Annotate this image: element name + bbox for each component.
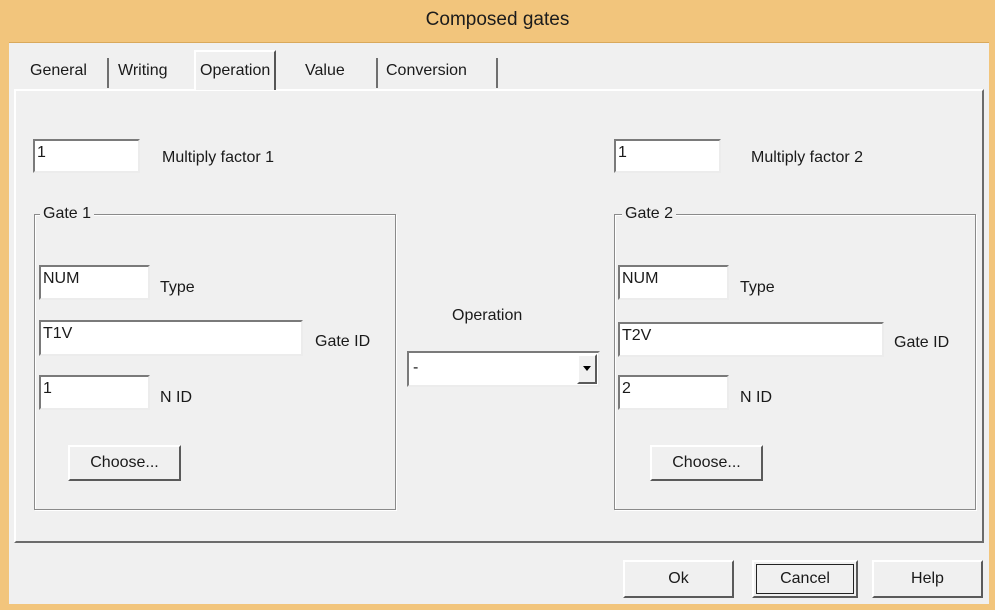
gate-1-nid-label: N ID bbox=[160, 389, 192, 406]
tab-general[interactable]: General bbox=[26, 56, 91, 88]
multiply-factor-2-label: Multiply factor 2 bbox=[751, 149, 864, 166]
tab-separator bbox=[496, 58, 498, 88]
gate-2-type-label: Type bbox=[740, 279, 775, 296]
operation-select[interactable]: - bbox=[407, 351, 600, 387]
window-title: Composed gates bbox=[425, 9, 570, 30]
window-frame-left bbox=[0, 42, 9, 610]
gate-2-nid-input[interactable]: 2 bbox=[618, 375, 729, 410]
cancel-button[interactable]: Cancel bbox=[752, 560, 858, 598]
title-bar[interactable]: Composed gates bbox=[0, 0, 995, 43]
gate-1-group-label: Gate 1 bbox=[40, 205, 95, 223]
gate-2-type-input[interactable]: NUM bbox=[618, 265, 729, 300]
gate-2-id-input[interactable]: T2V bbox=[618, 322, 884, 357]
gate-2-id-label: Gate ID bbox=[894, 334, 950, 351]
gate-1-type-label: Type bbox=[160, 279, 195, 296]
operation-selected-value: - bbox=[413, 359, 419, 376]
tab-value[interactable]: Value bbox=[301, 56, 349, 88]
gate-2-group-label: Gate 2 bbox=[622, 205, 677, 223]
gate-2-choose-button[interactable]: Choose... bbox=[650, 445, 763, 481]
gate-1-id-label: Gate ID bbox=[315, 333, 371, 350]
ok-button[interactable]: Ok bbox=[623, 560, 734, 598]
tab-separator bbox=[107, 58, 109, 88]
gate-1-type-input[interactable]: NUM bbox=[39, 265, 150, 300]
chevron-down-icon[interactable] bbox=[577, 354, 597, 384]
tab-operation[interactable]: Operation bbox=[194, 50, 277, 90]
gate-2-nid-label: N ID bbox=[740, 389, 772, 406]
window-frame-right bbox=[989, 42, 995, 610]
help-button[interactable]: Help bbox=[872, 560, 983, 598]
gate-1-choose-button[interactable]: Choose... bbox=[68, 445, 181, 481]
operation-label: Operation bbox=[452, 307, 523, 324]
tab-separator bbox=[376, 58, 378, 88]
multiply-factor-2-input[interactable]: 1 bbox=[614, 139, 721, 173]
gate-1-id-input[interactable]: T1V bbox=[39, 320, 303, 356]
gate-1-nid-input[interactable]: 1 bbox=[39, 375, 150, 410]
window-frame-bottom bbox=[0, 604, 995, 610]
multiply-factor-1-label: Multiply factor 1 bbox=[162, 149, 275, 166]
tab-conversion[interactable]: Conversion bbox=[382, 56, 471, 88]
multiply-factor-1-input[interactable]: 1 bbox=[33, 139, 140, 173]
tab-writing[interactable]: Writing bbox=[114, 56, 172, 88]
